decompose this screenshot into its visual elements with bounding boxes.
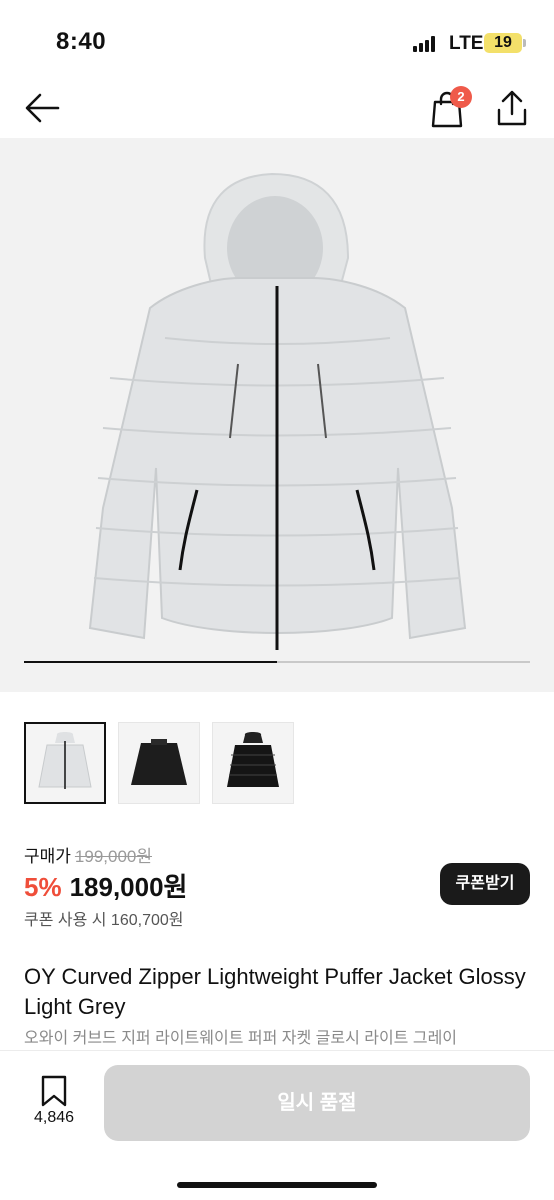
share-icon <box>497 90 527 126</box>
home-indicator <box>177 1182 377 1188</box>
signal-strength-icon <box>413 36 439 52</box>
battery-cap <box>523 39 526 47</box>
get-coupon-button[interactable]: 쿠폰받기 <box>440 863 530 905</box>
sold-out-button[interactable]: 일시 품절 <box>104 1065 530 1141</box>
thumbnail-jacket-black <box>131 739 187 785</box>
back-button[interactable] <box>22 90 62 126</box>
product-image[interactable] <box>0 138 554 692</box>
back-arrow-icon <box>25 93 60 123</box>
status-bar: 8:40 LTE 19 <box>0 0 554 80</box>
thumbnail-black-glossy[interactable] <box>212 722 294 804</box>
thumbnail-jacket-black-glossy <box>227 732 279 787</box>
wishlist-button[interactable]: 4,846 <box>26 1075 82 1131</box>
price-row: 5% 189,000원 <box>24 867 187 904</box>
thumbnail-light-grey[interactable] <box>24 722 106 804</box>
thumbnail-black[interactable] <box>118 722 200 804</box>
product-title-en: OY Curved Zipper Lightweight Puffer Jack… <box>24 964 526 1019</box>
battery-icon: 19 <box>484 33 522 53</box>
wishlist-count: 4,846 <box>33 1109 75 1126</box>
nav-bar: 2 <box>0 80 554 136</box>
share-button[interactable] <box>494 88 530 128</box>
sale-price: 189,000원 <box>69 872 188 902</box>
cart-button[interactable]: 2 <box>428 86 476 130</box>
bookmark-icon <box>41 1075 67 1107</box>
thumbnail-jacket-grey <box>38 732 92 789</box>
purchase-price-label: 구매가 <box>24 847 71 866</box>
original-price: 199,000원 <box>74 847 153 866</box>
cart-count-badge: 2 <box>450 86 472 108</box>
discount-rate: 5% <box>24 872 62 902</box>
bottom-action-bar: 4,846 일시 품절 <box>0 1050 554 1200</box>
product-photo-jacket <box>88 172 467 650</box>
coupon-price: 쿠폰 사용 시 160,700원 <box>24 912 184 929</box>
status-time: 8:40 <box>56 28 107 55</box>
image-progress-track <box>24 661 530 663</box>
image-progress-fill <box>24 661 277 663</box>
product-title-ko: 오와이 커브드 지퍼 라이트웨이트 퍼퍼 자켓 글로시 라이트 그레이 <box>24 1030 458 1047</box>
network-label: LTE <box>449 33 484 54</box>
price-label-row: 구매가 199,000원 <box>24 842 152 867</box>
thumbnail-strip <box>24 722 294 806</box>
